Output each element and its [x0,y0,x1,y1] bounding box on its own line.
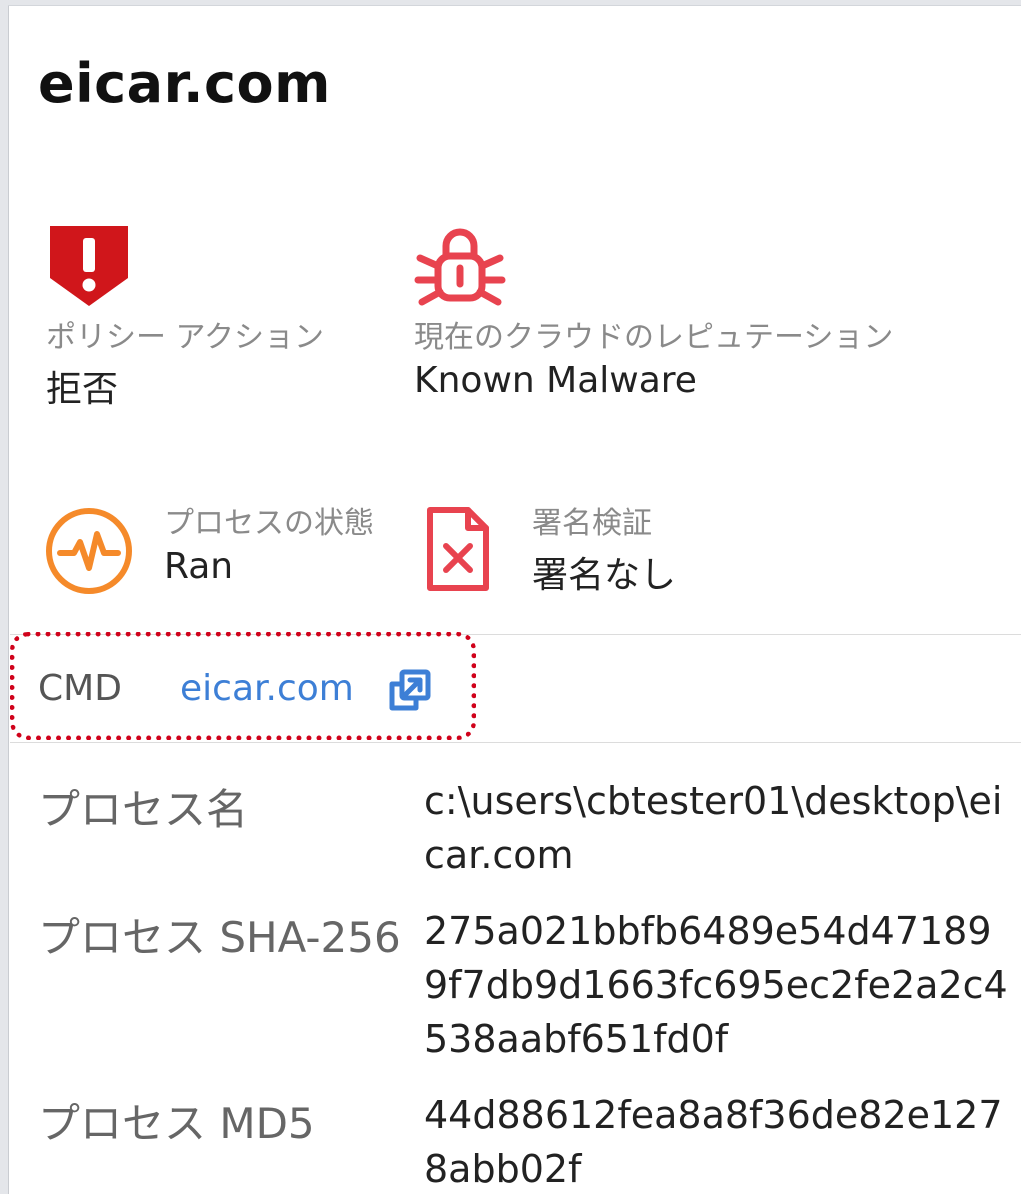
cmd-label: CMD [38,668,122,709]
signature-value: 署名なし [532,555,677,596]
signature-tile: 署名検証 署名なし [532,498,676,598]
signature-label: 署名検証 [532,506,652,541]
bug-lock-icon [414,222,893,308]
page-title: eicar.com [38,52,331,115]
window-frame-left [0,0,9,1194]
process-name-label: プロセス名 [38,785,249,834]
policy-action-label: ポリシー アクション [46,320,325,355]
cloud-reputation-label: 現在のクラウドのレピュテーション [414,320,894,355]
process-md5-label: プロセス MD5 [38,1099,315,1148]
external-link-icon[interactable] [388,668,432,716]
window-frame-top [8,0,1021,6]
shield-alert-icon [46,222,324,308]
divider-bottom [10,742,1021,743]
cmd-link[interactable]: eicar.com [180,668,354,709]
process-sha256-value: 275a021bbfb6489e54d471899f7db9d1663fc695… [424,909,1008,1061]
file-x-icon [424,504,492,594]
cloud-reputation-value: Known Malware [414,360,697,401]
process-sha256-label: プロセス SHA-256 [38,913,401,962]
activity-pulse-icon [44,506,134,596]
process-state-value: Ran [164,546,234,587]
cloud-reputation-tile: 現在のクラウドのレピュテーション Known Malware [414,222,893,401]
process-state-label: プロセスの状態 [164,506,374,541]
process-name-value: c:\users\cbtester01\desktop\eicar.com [424,779,1003,877]
policy-action-tile: ポリシー アクション 拒否 [46,222,324,412]
policy-action-value: 拒否 [46,369,119,410]
process-state-tile: プロセスの状態 Ran [164,498,374,587]
process-md5-value: 44d88612fea8a8f36de82e1278abb02f [424,1093,1003,1191]
